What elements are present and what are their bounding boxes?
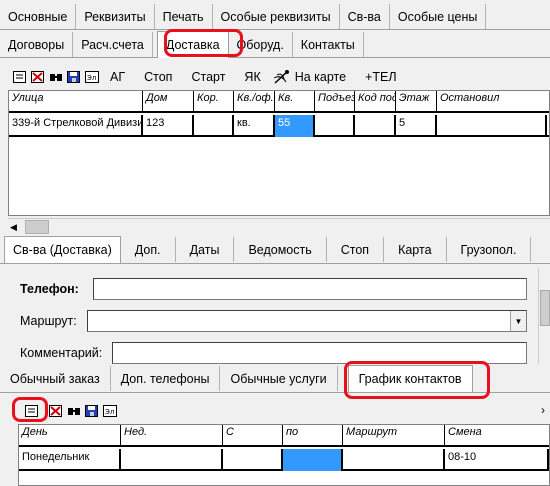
col-ostanovil[interactable]: Остановил [437,91,547,113]
tab-sv-va-dostavka[interactable]: Св-ва (Доставка) [4,236,121,263]
tab-row-1: Основные Реквизиты Печать Особые реквизи… [0,4,550,30]
col-s[interactable]: С [223,425,283,447]
tab-obychny-zakaz[interactable]: Обычный заказ [0,366,111,391]
export-icon[interactable]: Эл [102,404,117,418]
chevron-down-icon[interactable]: ▼ [510,311,526,331]
delivery-grid: Улица Дом Кор. Кв./оф. Кв. Подъезд Код п… [8,90,550,216]
col-kv-of[interactable]: Кв./оф. [234,91,275,113]
export-icon[interactable]: Эл [84,70,99,84]
table-row[interactable]: Понедельник 08-10 [19,449,549,471]
col-smena[interactable]: Смена [445,425,549,447]
col-kod-pod[interactable]: Код под. [355,91,396,113]
cell-etazh[interactable]: 5 [396,115,437,137]
phone-input[interactable] [93,278,527,300]
cell-kv[interactable]: 55 [275,115,315,137]
save-record-icon[interactable] [84,404,99,418]
satellite-icon[interactable] [272,70,292,84]
col-po[interactable]: по [283,425,343,447]
tab-karta[interactable]: Карта [384,237,447,262]
cell-kor[interactable] [194,115,234,137]
col-etazh[interactable]: Этаж [396,91,437,113]
tab-dogovory[interactable]: Договоры [0,32,74,57]
delete-record-icon[interactable] [30,70,45,84]
route-label: Маршрут: [20,314,77,328]
route-select[interactable]: ▼ [87,310,527,332]
delete-record-icon[interactable] [48,404,63,418]
col-ulitsa[interactable]: Улица [9,91,143,113]
grid-header: День Нед. С по Маршрут Смена [19,425,549,447]
tab-osobye-rekvizity[interactable]: Особые реквизиты [212,4,340,29]
cell-dom[interactable]: 123 [143,115,194,137]
tab-kontakty[interactable]: Контакты [292,32,364,57]
save-record-icon[interactable] [66,70,81,84]
tab-rasch-scheta[interactable]: Расч.счета [73,32,153,57]
cell-ulitsa[interactable]: 339-й Стрелковой Дивизии [9,115,143,137]
yak-button[interactable]: ЯК [236,70,268,84]
find-icon[interactable] [66,404,81,418]
tab-row-3: Св-ва (Доставка) Доп. Даты Ведомость Сто… [0,236,550,264]
scroll-thumb[interactable] [25,220,49,234]
chevron-right-icon[interactable]: › [541,403,545,417]
tab-osnovnye[interactable]: Основные [0,4,77,29]
stop-button[interactable]: Стоп [136,70,180,84]
phone-label: Телефон: [20,282,79,296]
tab-rekvizity[interactable]: Реквизиты [76,4,155,29]
svg-text:Эл: Эл [105,408,114,416]
grid-header: Улица Дом Кор. Кв./оф. Кв. Подъезд Код п… [9,91,549,113]
start-button[interactable]: Старт [183,70,233,84]
tab-gruzopol[interactable]: Грузопол. [446,237,532,262]
cell-po[interactable] [283,449,343,471]
cell-s[interactable] [223,449,283,471]
cell-kv-of[interactable]: кв. [234,115,275,137]
cell-marshrut[interactable] [343,449,445,471]
tab-daty[interactable]: Даты [175,237,235,262]
highlight-grafik-kontaktov [344,361,490,399]
add-record-icon[interactable] [12,70,27,84]
col-ned[interactable]: Нед. [121,425,223,447]
find-icon[interactable] [48,70,63,84]
cell-smena[interactable]: 08-10 [445,449,549,471]
scroll-thumb[interactable] [540,290,550,326]
toolbar-delivery: Эл АГ Стоп Старт ЯК На карте +ТЕЛ [12,66,405,88]
tab-obychnye-uslugi[interactable]: Обычные услуги [220,366,338,391]
cell-den[interactable]: Понедельник [19,449,121,471]
col-kv[interactable]: Кв. [275,91,315,113]
col-den[interactable]: День [19,425,121,447]
comment-label: Комментарий: [20,346,103,360]
highlight-dostavka [164,29,243,57]
tab-dop[interactable]: Доп. [120,237,176,262]
highlight-add-button [12,397,48,422]
form-vertical-scrollbar[interactable] [538,268,550,364]
scroll-left-arrow-icon[interactable]: ◀ [10,222,17,233]
ag-button[interactable]: АГ [102,70,133,84]
cell-kod-pod[interactable] [355,115,396,137]
col-kor[interactable]: Кор. [194,91,234,113]
add-phone-button[interactable]: +ТЕЛ [357,70,404,84]
cell-ned[interactable] [121,449,223,471]
tab-dop-telefony[interactable]: Доп. телефоны [110,366,221,391]
col-podezd[interactable]: Подъезд [315,91,355,113]
tab-row-2: Договоры Расч.счета Доставка Оборуд. Кон… [0,31,550,58]
col-dom[interactable]: Дом [143,91,194,113]
cell-ostanovil[interactable] [437,115,547,137]
tab-sv-va[interactable]: Св-ва [339,4,390,29]
svg-text:Эл: Эл [87,74,96,82]
table-row[interactable]: 339-й Стрелковой Дивизии 123 кв. 55 5 [9,115,549,137]
on-map-button[interactable]: На карте [295,70,354,84]
col-marshrut[interactable]: Маршрут [343,425,445,447]
tab-vedomost[interactable]: Ведомость [234,237,327,262]
grid-horizontal-scrollbar[interactable]: ◀ [8,218,550,235]
tab-osobye-tseny[interactable]: Особые цены [389,4,487,29]
cell-podezd[interactable] [315,115,355,137]
tab-pechat[interactable]: Печать [154,4,213,29]
contact-schedule-grid: День Нед. С по Маршрут Смена Понедельник… [18,424,550,486]
tab-stop[interactable]: Стоп [326,237,385,262]
